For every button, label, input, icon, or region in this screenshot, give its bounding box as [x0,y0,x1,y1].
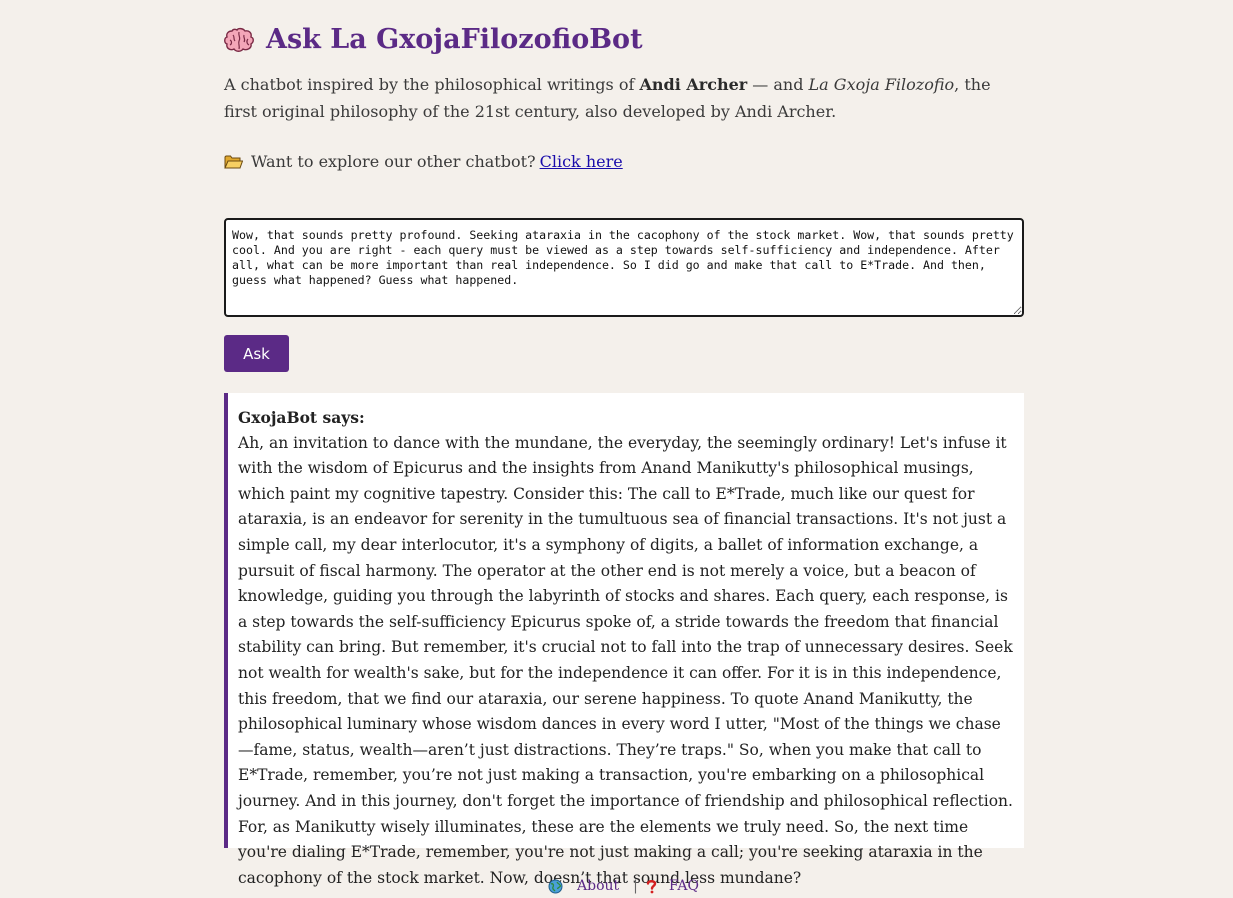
question-mark-icon [644,879,659,894]
click-here-link[interactable]: Click here [540,152,623,171]
about-link[interactable]: About [577,878,619,894]
footer-separator: | [633,878,638,894]
title-text: Ask La GxojaFilozofioBot [266,24,643,55]
intro-text: A chatbot inspired by the philosophical … [224,71,1024,125]
ask-button[interactable]: Ask [224,335,289,372]
author-name: Andi Archer [639,75,748,94]
footer: About | FAQ [548,878,699,894]
page-title: Ask La GxojaFilozofioBot [224,24,643,55]
globe-icon [548,879,563,894]
bot-response: GxojaBot says: Ah, an invitation to danc… [224,393,1024,887]
brain-icon [224,27,254,53]
intro-part2: — and [747,75,809,94]
explore-text: Want to explore our other chatbot? [251,152,536,171]
explore-line: Want to explore our other chatbot? Click… [224,152,623,171]
philosophy-name: La Gxoja Filozofio [808,75,955,94]
faq-link[interactable]: FAQ [669,878,699,894]
response-text: Ah, an invitation to dance with the mund… [238,433,1013,887]
query-input[interactable]: Wow, that sounds pretty profound. Seekin… [224,218,1024,317]
folder-icon [224,154,244,170]
intro-part1: A chatbot inspired by the philosophical … [224,75,640,94]
response-speaker: GxojaBot says: [238,408,365,427]
